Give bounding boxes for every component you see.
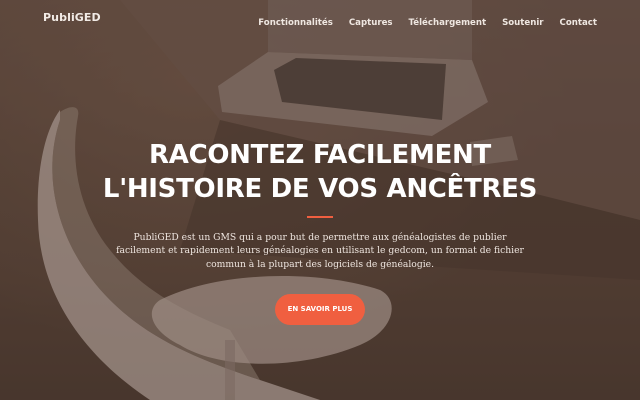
- nav-link-soutenir[interactable]: Soutenir: [502, 18, 543, 28]
- nav-link-fonctionnalites[interactable]: Fonctionnalités: [258, 18, 333, 28]
- nav-menu: Fonctionnalités Captures Téléchargement …: [258, 12, 597, 30]
- hero-headline-line-2: L'HISTOIRE DE VOS ANCÊTRES: [102, 174, 538, 204]
- hero-section: PubliGED Fonctionnalités Captures Téléch…: [0, 0, 640, 400]
- accent-divider: [307, 216, 333, 218]
- nav-item-contact: Contact: [560, 12, 597, 30]
- nav-link-captures[interactable]: Captures: [349, 18, 393, 28]
- nav-item-fonctionnalites: Fonctionnalités: [258, 12, 333, 30]
- hero-headline-line-1: RACONTEZ FACILEMENT: [149, 140, 491, 170]
- hero-headline: RACONTEZ FACILEMENT L'HISTOIRE DE VOS AN…: [0, 138, 640, 206]
- learn-more-button[interactable]: EN SAVOIR PLUS: [275, 294, 365, 325]
- nav-item-telechargement: Téléchargement: [409, 12, 487, 30]
- brand-logo-link[interactable]: PubliGED: [43, 11, 101, 24]
- nav-item-captures: Captures: [349, 12, 393, 30]
- nav-link-contact[interactable]: Contact: [560, 18, 597, 28]
- top-navbar: PubliGED Fonctionnalités Captures Téléch…: [0, 0, 640, 36]
- nav-item-soutenir: Soutenir: [502, 12, 543, 30]
- hero-description: PubliGED est un GMS qui a pour but de pe…: [116, 232, 524, 270]
- nav-link-telechargement[interactable]: Téléchargement: [409, 18, 487, 28]
